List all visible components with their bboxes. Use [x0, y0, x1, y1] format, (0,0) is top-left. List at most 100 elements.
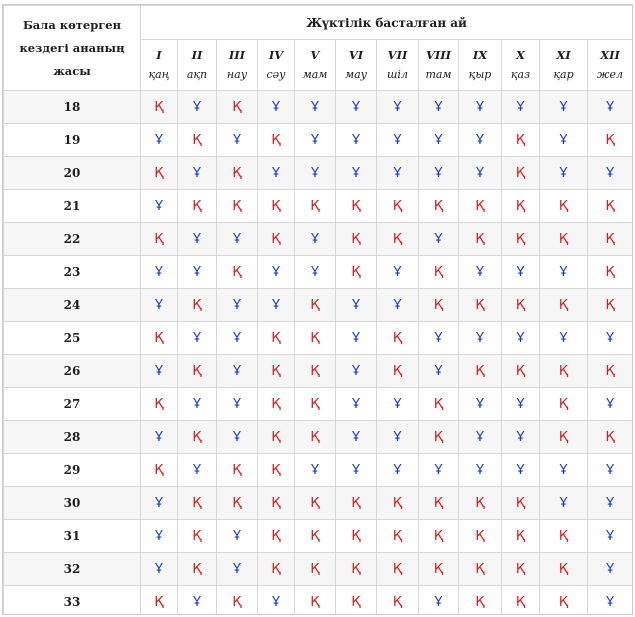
boy-cell: Ұ [376, 255, 419, 289]
girl-cell: Қ [376, 552, 419, 586]
mother-age-cell: 33 [3, 585, 141, 614]
boy-cell: Ұ [539, 453, 588, 487]
boy-cell: Ұ [335, 288, 377, 322]
month-header-3: III нау [216, 39, 258, 91]
boy-cell: Ұ [376, 123, 419, 157]
girl-cell: Қ [376, 486, 419, 520]
boy-cell: Ұ [140, 552, 178, 586]
mother-age-cell: 28 [3, 420, 141, 454]
girl-cell: Қ [335, 189, 377, 223]
mother-age-header: Бала көтерген кездегі ананың жасы [3, 5, 141, 91]
girl-cell: Қ [257, 387, 295, 421]
month-header-2: II ақп [177, 39, 217, 91]
girl-cell: Қ [335, 552, 377, 586]
girl-cell: Қ [418, 288, 459, 322]
girl-cell: Қ [216, 255, 258, 289]
girl-cell: Қ [140, 453, 178, 487]
month-abbreviation: қыр [468, 68, 492, 81]
girl-cell: Қ [216, 156, 258, 190]
girl-cell: Қ [257, 189, 295, 223]
boy-cell: Ұ [294, 90, 336, 124]
girl-cell: Қ [216, 90, 258, 124]
month-header-4: IV сәу [257, 39, 295, 91]
girl-cell: Қ [501, 552, 540, 586]
girl-cell: Қ [294, 552, 336, 586]
boy-cell: Ұ [294, 123, 336, 157]
girl-cell: Қ [335, 486, 377, 520]
boy-cell: Ұ [376, 90, 419, 124]
boy-cell: Ұ [458, 123, 502, 157]
boy-cell: Ұ [335, 321, 377, 355]
girl-cell: Қ [257, 486, 295, 520]
conception-chart-sheet: Бала көтерген кездегі ананың жасы Жүктіл… [2, 4, 633, 615]
girl-cell: Қ [501, 519, 540, 553]
mother-age-cell: 29 [3, 453, 141, 487]
girl-cell: Қ [216, 486, 258, 520]
month-abbreviation: сәу [266, 68, 286, 81]
month-roman-numeral: V [310, 48, 320, 62]
boy-cell: Ұ [294, 453, 336, 487]
boy-cell: Ұ [216, 420, 258, 454]
boy-cell: Ұ [586, 90, 632, 124]
month-header-12: XII жел [586, 39, 632, 91]
boy-cell: Ұ [140, 420, 178, 454]
boy-cell: Ұ [177, 453, 217, 487]
boy-cell: Ұ [216, 519, 258, 553]
boy-cell: Ұ [257, 585, 295, 614]
girl-cell: Қ [257, 453, 295, 487]
boy-cell: Ұ [539, 123, 588, 157]
mother-age-cell: 23 [3, 255, 141, 289]
boy-cell: Ұ [335, 387, 377, 421]
boy-cell: Ұ [177, 321, 217, 355]
girl-cell: Қ [257, 222, 295, 256]
month-header-5: Vмам [294, 39, 336, 91]
boy-cell: Ұ [458, 420, 502, 454]
boy-cell: Ұ [257, 255, 295, 289]
boy-cell: Ұ [376, 420, 419, 454]
girl-cell: Қ [458, 585, 502, 614]
month-abbreviation: мам [302, 68, 328, 81]
boy-cell: Ұ [140, 486, 178, 520]
table-row: 29 Қ Ұ Қ Қ Ұ Ұ Ұ Ұ Ұ Ұ Ұ Ұ [3, 453, 632, 487]
month-roman-numeral: IX [472, 48, 488, 62]
girl-cell: Қ [177, 519, 217, 553]
mother-age-cell: 20 [3, 156, 141, 190]
month-roman-numeral: VI [348, 48, 364, 62]
boy-cell: Ұ [539, 255, 588, 289]
girl-cell: Қ [294, 189, 336, 223]
boy-cell: Ұ [539, 321, 588, 355]
girl-cell: Қ [539, 420, 588, 454]
girl-cell: Қ [294, 585, 336, 614]
boy-cell: Ұ [177, 255, 217, 289]
boy-cell: Ұ [140, 354, 178, 388]
conception-month-header: Жүктілік басталған ай [139, 5, 632, 40]
boy-cell: Ұ [257, 90, 295, 124]
boy-cell: Ұ [140, 123, 178, 157]
boy-cell: Ұ [216, 354, 258, 388]
boy-cell: Ұ [257, 288, 295, 322]
mother-age-cell: 25 [3, 321, 141, 355]
boy-cell: Ұ [418, 123, 459, 157]
month-abbreviation: шіл [387, 68, 408, 81]
boy-cell: Ұ [216, 288, 258, 322]
boy-cell: Ұ [418, 156, 459, 190]
girl-cell: Қ [539, 585, 588, 614]
boy-cell: Ұ [586, 552, 632, 586]
month-header-8: VIII там [418, 39, 459, 91]
boy-cell: Ұ [335, 354, 377, 388]
girl-cell: Қ [177, 189, 217, 223]
boy-cell: Ұ [294, 156, 336, 190]
boy-cell: Ұ [418, 453, 459, 487]
boy-cell: Ұ [501, 321, 540, 355]
boy-cell: Ұ [294, 255, 336, 289]
girl-cell: Қ [335, 519, 377, 553]
girl-cell: Қ [458, 222, 502, 256]
girl-cell: Қ [294, 387, 336, 421]
boy-cell: Ұ [458, 453, 502, 487]
boy-cell: Ұ [294, 222, 336, 256]
girl-cell: Қ [376, 189, 419, 223]
girl-cell: Қ [216, 453, 258, 487]
girl-cell: Қ [335, 585, 377, 614]
month-header-11: XI қар [539, 39, 588, 91]
girl-cell: Қ [501, 585, 540, 614]
